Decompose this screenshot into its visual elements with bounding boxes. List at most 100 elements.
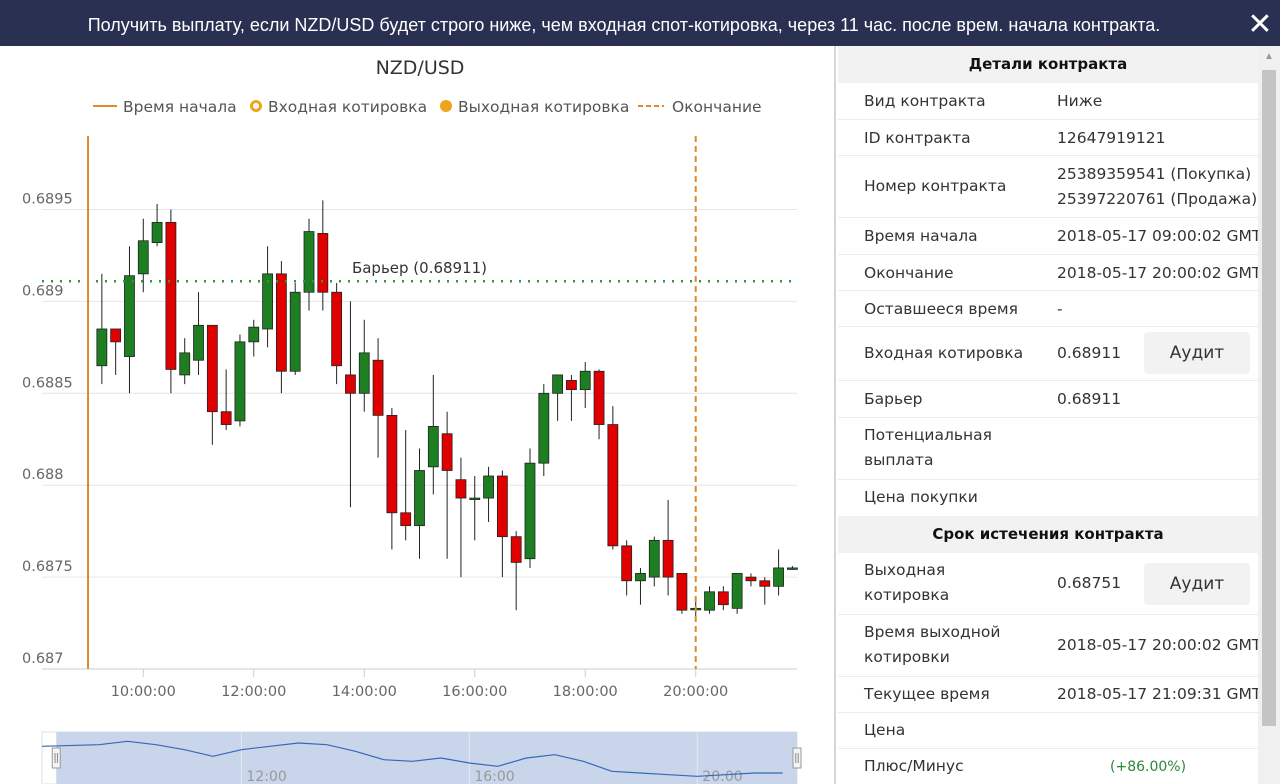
close-icon[interactable]: ✕	[1240, 0, 1280, 46]
candle[interactable]	[345, 301, 356, 508]
candle[interactable]	[648, 536, 660, 587]
legend-entry-spot[interactable]: Входная котировка	[250, 98, 428, 116]
x-tick-label: 14:00:00	[332, 684, 397, 700]
candle-body	[510, 536, 522, 563]
candlestick-chart: NZD/USD Время начала Входная котировка В…	[22, 57, 802, 784]
legend-exit-spot[interactable]: Выходная котировка	[440, 98, 629, 116]
candle[interactable]	[303, 218, 315, 311]
navigator-left-handle[interactable]	[51, 747, 61, 769]
value-exit-spot-time: 2018-05-17 20:00:02 GMT	[1057, 636, 1262, 654]
candle[interactable]	[635, 567, 646, 605]
candle[interactable]	[414, 448, 425, 559]
scroll-up-icon[interactable]: ▲	[1258, 46, 1280, 68]
candle[interactable]	[110, 328, 122, 375]
barrier-label: Барьер (0.68911)	[352, 259, 487, 277]
candle[interactable]	[179, 338, 191, 385]
candle[interactable]	[137, 218, 149, 293]
label-price: Цена	[864, 721, 906, 739]
legend-entry-spot-swatch	[250, 100, 262, 112]
candle-body	[773, 567, 784, 587]
y-tick-label: 0.688	[22, 467, 64, 483]
row-purchase-price: Цена покупки	[838, 480, 1258, 516]
candle[interactable]	[151, 204, 163, 247]
exit-spot-audit-button[interactable]: Аудит	[1144, 563, 1250, 605]
candle-body	[717, 591, 729, 606]
candle[interactable]	[124, 246, 135, 394]
scrollbar-thumb[interactable]	[1262, 70, 1276, 726]
candle[interactable]	[483, 466, 494, 522]
legend-entry-spot-label: Входная котировка	[268, 98, 427, 116]
candle[interactable]	[317, 200, 329, 311]
candle[interactable]	[731, 573, 743, 614]
value-barrier: 0.68911	[1057, 390, 1122, 408]
navigator-time-label: 12:00	[246, 769, 286, 784]
label-contract-type: Вид контракта	[864, 92, 986, 110]
candle[interactable]	[220, 369, 232, 431]
legend-start-time-label: Время начала	[123, 98, 237, 116]
candle[interactable]	[96, 273, 108, 385]
legend-exit-spot-label: Выходная котировка	[458, 98, 629, 116]
label-potential-payout: Потенциальная	[864, 426, 992, 444]
candle[interactable]	[552, 374, 564, 421]
candle[interactable]	[704, 586, 715, 614]
candle[interactable]	[786, 566, 798, 570]
candle[interactable]	[662, 499, 674, 596]
value-end-time: 2018-05-17 20:00:02 GMT	[1057, 264, 1262, 282]
candle[interactable]	[193, 292, 204, 375]
candle-body	[441, 433, 453, 471]
candle[interactable]	[524, 448, 536, 568]
candle-body	[400, 512, 412, 527]
candle[interactable]	[289, 283, 301, 375]
legend-end-time[interactable]: Окончание	[638, 98, 762, 116]
candle[interactable]	[676, 573, 688, 614]
navigator-time-label: 20:00	[702, 769, 742, 784]
candle[interactable]	[372, 338, 384, 458]
chart-panel: NZD/USD Время начала Входная котировка В…	[0, 46, 836, 784]
value-remaining-time: -	[1057, 300, 1063, 318]
candle[interactable]	[717, 586, 729, 611]
x-tick-label: 12:00:00	[221, 684, 286, 700]
x-tick-label: 18:00:00	[553, 684, 618, 700]
candle[interactable]	[234, 334, 246, 427]
candle-body	[137, 240, 149, 275]
candle-body	[96, 328, 108, 367]
label-start-time: Время начала	[864, 227, 978, 245]
row-contract-number: Номер контракта 25389359541 (Покупка) 25…	[838, 156, 1258, 218]
candle[interactable]	[593, 369, 605, 440]
candle[interactable]	[248, 319, 260, 357]
candle[interactable]	[331, 283, 343, 385]
candle[interactable]	[386, 408, 398, 550]
candle[interactable]	[496, 470, 508, 578]
row-remaining-time: Оставшееся время -	[838, 291, 1258, 327]
label-contract-number: Номер контракта	[864, 177, 1007, 195]
candle[interactable]	[455, 457, 467, 578]
candle[interactable]	[206, 324, 218, 445]
candle-body	[165, 221, 177, 370]
candle[interactable]	[759, 577, 771, 605]
candle[interactable]	[358, 319, 370, 412]
candle[interactable]	[607, 406, 619, 550]
candle[interactable]	[579, 362, 591, 409]
navigator-right-handle[interactable]	[792, 747, 802, 769]
entry-spot-audit-button[interactable]: Аудит	[1144, 332, 1250, 374]
candle[interactable]	[773, 549, 784, 596]
candle-body	[275, 273, 287, 372]
candle-body	[303, 231, 315, 293]
candle[interactable]	[566, 374, 577, 421]
candle-body	[234, 341, 246, 422]
candle[interactable]	[510, 531, 522, 611]
candle[interactable]	[538, 384, 550, 477]
row-exit-spot-time: Время выходной котировки 2018-05-17 20:0…	[838, 615, 1262, 677]
legend-start-time[interactable]: Время начала	[93, 98, 237, 116]
candle[interactable]	[262, 246, 273, 348]
value-current-time: 2018-05-17 21:09:31 GMT	[1057, 685, 1262, 703]
label-purchase-price: Цена покупки	[864, 488, 978, 506]
candle[interactable]	[165, 209, 177, 394]
candle-body	[206, 324, 218, 413]
navigator-time-label: 16:00	[474, 769, 514, 784]
candle[interactable]	[621, 540, 633, 596]
chart-title: NZD/USD	[376, 57, 465, 79]
candle-body	[579, 370, 591, 391]
label-profit-loss: Плюс/Минус	[864, 757, 964, 775]
candle[interactable]	[745, 573, 757, 587]
